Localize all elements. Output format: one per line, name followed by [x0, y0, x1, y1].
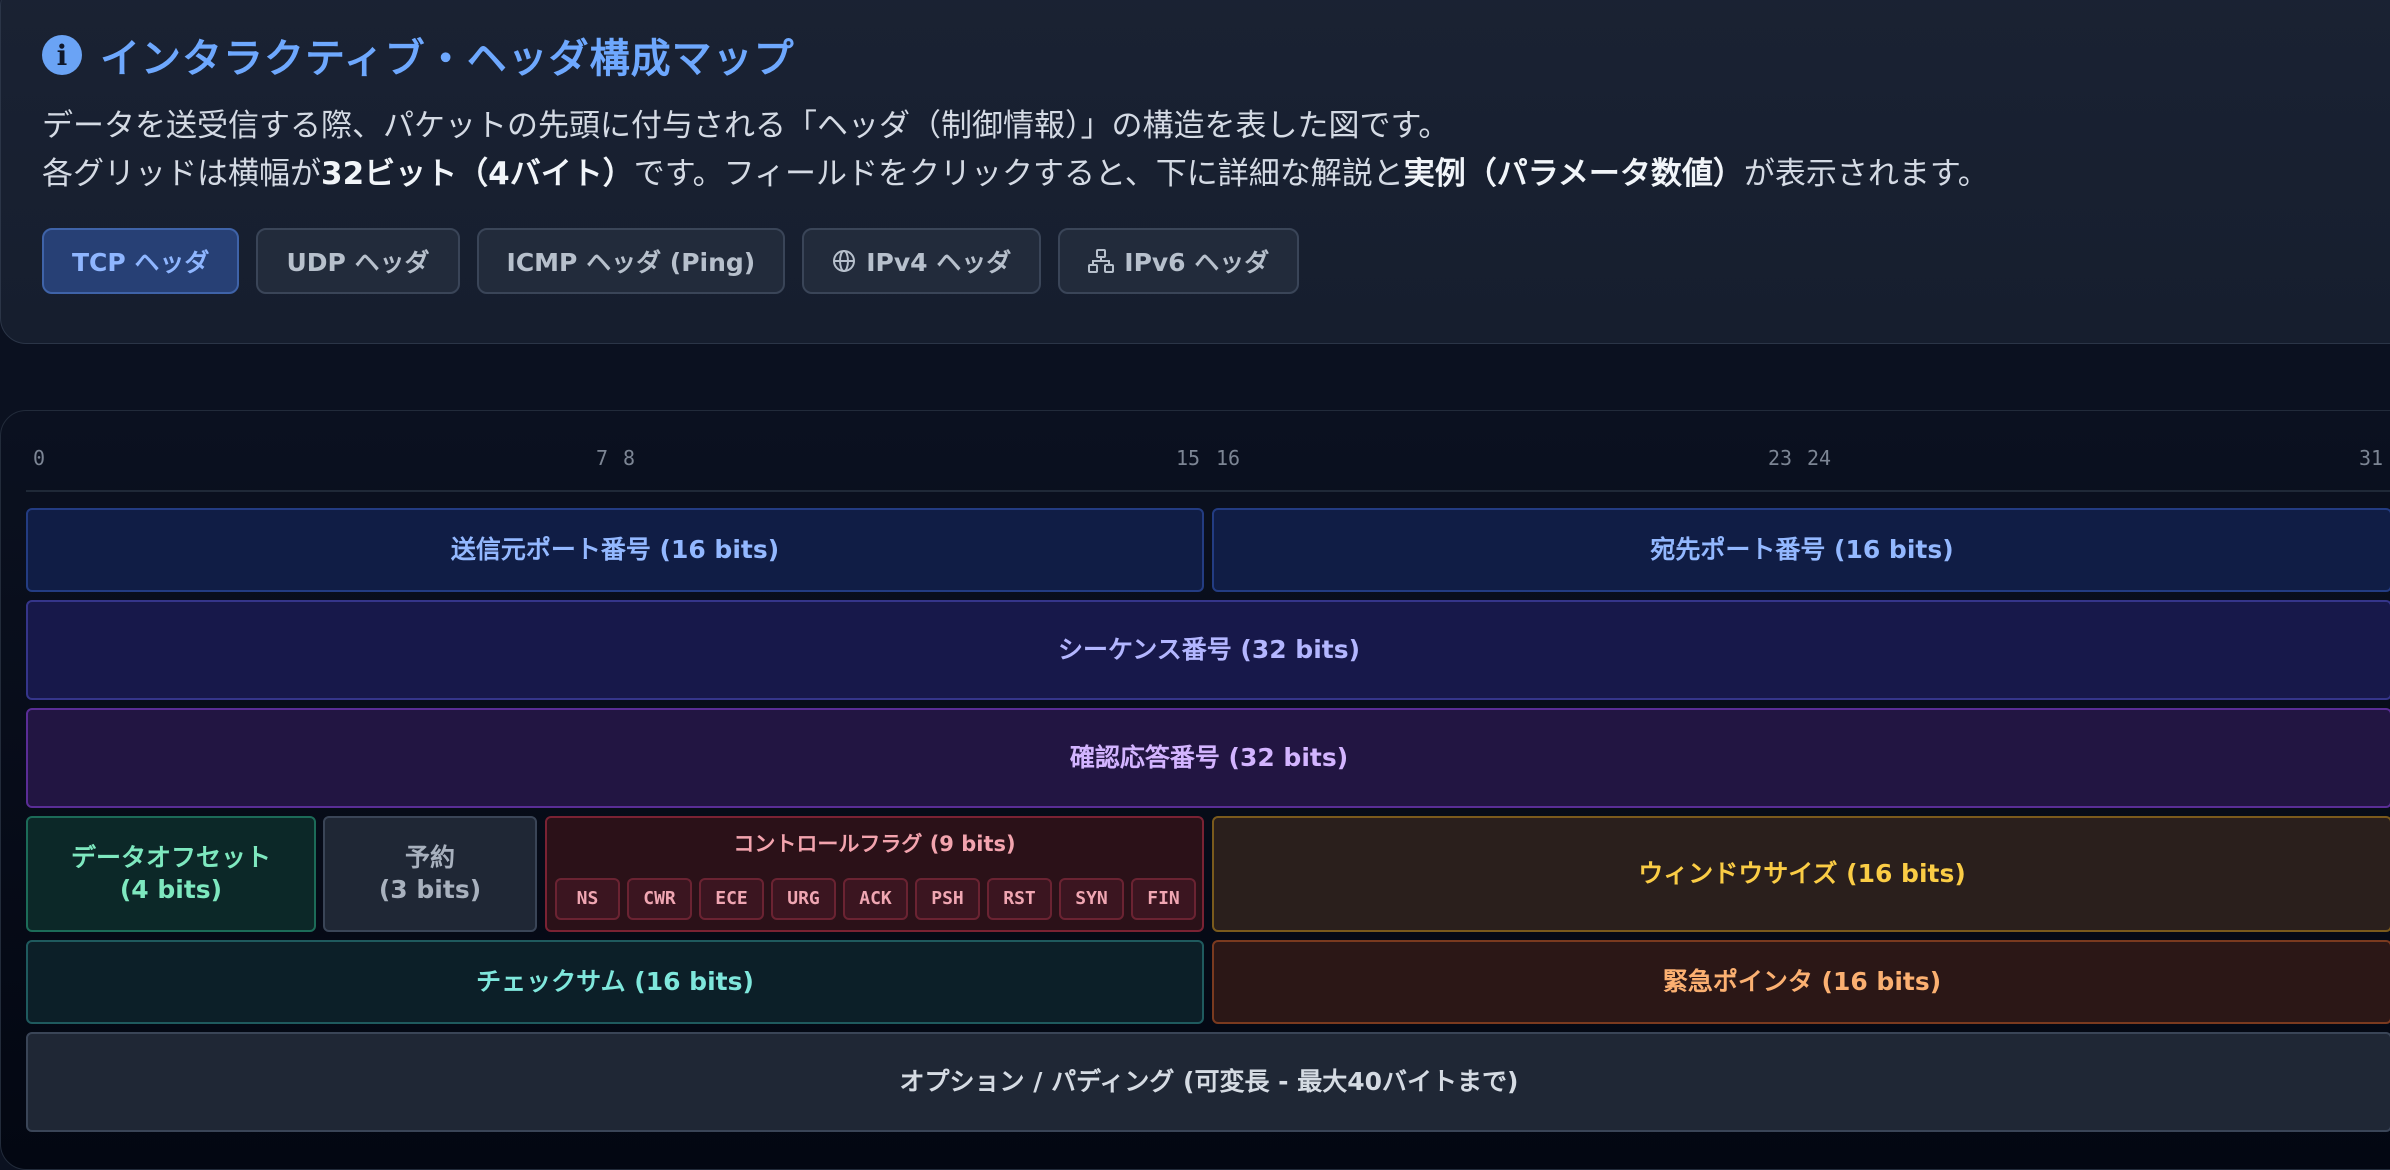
description-line-2: 各グリッドは横幅が32ビット（4バイト）です。フィールドをクリックすると、下に詳… — [42, 150, 1989, 198]
desc-bold: 実例（パラメータ数値） — [1403, 156, 1744, 192]
flag-fin[interactable]: FIN — [1131, 878, 1196, 920]
tab-icmp[interactable]: ICMP ヘッダ (Ping) — [476, 228, 786, 294]
tab-label: ICMP ヘッダ (Ping) — [506, 248, 756, 277]
field-label: データオフセット (4 bits) — [71, 842, 271, 906]
field-destination-port[interactable]: 宛先ポート番号 (16 bits) — [1212, 508, 2390, 592]
field-label: 緊急ポインタ (16 bits) — [1662, 967, 1942, 996]
field-label-line: データオフセット — [70, 843, 271, 872]
title-row: i インタラクティブ・ヘッダ構成マップ — [42, 26, 795, 84]
field-label-line: (4 bits) — [119, 875, 223, 904]
flags-container: コントロールフラグ (9 bits) NS CWR ECE URG ACK PS… — [547, 818, 1202, 930]
field-label: オプション / パディング (可変長 - 最大40バイトまで) — [899, 1067, 1519, 1096]
desc-text: です。フィールドをクリックすると、下に詳細な解説と — [633, 156, 1404, 192]
field-label: ウィンドウサイズ (16 bits) — [1638, 859, 1966, 888]
description: データを送受信する際、パケットの先頭に付与される「ヘッダ（制御情報）」の構造を表… — [42, 102, 1989, 198]
desc-text: が表示されます。 — [1743, 156, 1989, 192]
globe-icon — [833, 250, 856, 272]
flag-ns[interactable]: NS — [555, 878, 620, 920]
bit-tick: 16 — [1216, 446, 1241, 470]
tab-ipv4[interactable]: IPv4 ヘッダ — [802, 228, 1042, 294]
protocol-tabs: TCP ヘッダ UDP ヘッダ ICMP ヘッダ (Ping) IPv4 ヘッダ… — [42, 228, 1316, 294]
tab-udp[interactable]: UDP ヘッダ — [256, 228, 460, 294]
tab-label: UDP ヘッダ — [286, 248, 430, 277]
desc-text: 各グリッドは横幅が — [42, 156, 321, 192]
tab-label: TCP ヘッダ — [72, 248, 210, 277]
field-label: 予約 (3 bits) — [379, 842, 481, 906]
field-label: 確認応答番号 (32 bits) — [1069, 743, 1349, 772]
field-label-line: 予約 — [404, 843, 455, 872]
field-ack-number[interactable]: 確認応答番号 (32 bits) — [26, 708, 2390, 808]
desc-bold: 32ビット（4バイト） — [321, 156, 634, 192]
field-source-port[interactable]: 送信元ポート番号 (16 bits) — [26, 508, 1204, 592]
tab-label: IPv6 ヘッダ — [1124, 248, 1270, 277]
field-sequence-number[interactable]: シーケンス番号 (32 bits) — [26, 600, 2390, 700]
tab-tcp[interactable]: TCP ヘッダ — [42, 228, 240, 294]
tab-ipv6[interactable]: IPv6 ヘッダ — [1058, 228, 1300, 294]
field-label: チェックサム (16 bits) — [476, 967, 754, 996]
flag-urg[interactable]: URG — [771, 878, 836, 920]
tab-label: IPv4 ヘッダ — [866, 248, 1012, 277]
flag-rst[interactable]: RST — [987, 878, 1052, 920]
field-checksum[interactable]: チェックサム (16 bits) — [26, 940, 1204, 1024]
field-control-flags[interactable]: コントロールフラグ (9 bits) NS CWR ECE URG ACK PS… — [545, 816, 1204, 932]
info-icon: i — [42, 35, 82, 75]
field-label-line: (3 bits) — [378, 875, 482, 904]
flags-title: コントロールフラグ (9 bits) — [733, 832, 1016, 856]
flag-cwr[interactable]: CWR — [627, 878, 692, 920]
field-data-offset[interactable]: データオフセット (4 bits) — [26, 816, 316, 932]
description-line-1: データを送受信する際、パケットの先頭に付与される「ヘッダ（制御情報）」の構造を表… — [42, 108, 1450, 144]
bit-tick: 15 — [1176, 446, 1201, 470]
field-label: 宛先ポート番号 (16 bits) — [1650, 535, 1954, 564]
flag-ack[interactable]: ACK — [843, 878, 908, 920]
bit-ruler: 0 7 8 15 16 23 24 31 — [26, 446, 2390, 492]
bit-tick: 8 — [623, 446, 636, 470]
bit-tick: 0 — [33, 446, 46, 470]
flag-psh[interactable]: PSH — [915, 878, 980, 920]
flag-syn[interactable]: SYN — [1059, 878, 1124, 920]
field-reserved[interactable]: 予約 (3 bits) — [323, 816, 537, 932]
field-options-padding[interactable]: オプション / パディング (可変長 - 最大40バイトまで) — [26, 1032, 2390, 1132]
flag-ece[interactable]: ECE — [699, 878, 764, 920]
field-label: 送信元ポート番号 (16 bits) — [450, 535, 780, 564]
page-title: インタラクティブ・ヘッダ構成マップ — [100, 36, 795, 82]
field-urgent-pointer[interactable]: 緊急ポインタ (16 bits) — [1212, 940, 2390, 1024]
field-label: シーケンス番号 (32 bits) — [1057, 635, 1361, 664]
field-window-size[interactable]: ウィンドウサイズ (16 bits) — [1212, 816, 2390, 932]
flag-list: NS CWR ECE URG ACK PSH RST SYN FIN — [555, 878, 1203, 920]
network-icon — [1088, 249, 1115, 273]
bit-tick: 24 — [1807, 446, 1832, 470]
bit-tick: 31 — [2359, 446, 2384, 470]
bit-tick: 23 — [1768, 446, 1793, 470]
bit-tick: 7 — [596, 446, 609, 470]
